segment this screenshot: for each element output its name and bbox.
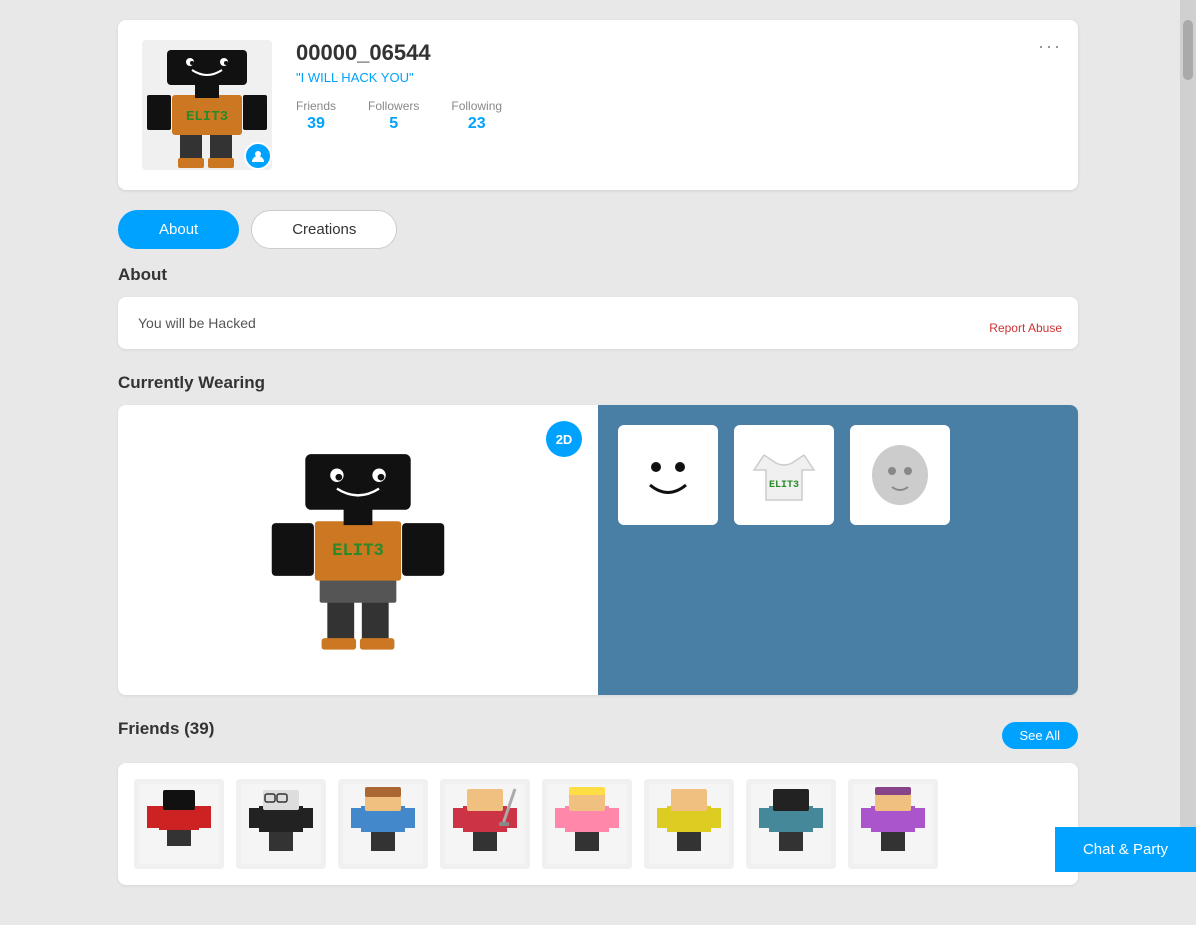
profile-username: 00000_06544 bbox=[296, 40, 1054, 66]
profile-stats: Friends 39 Followers 5 Following 23 bbox=[296, 99, 1054, 133]
friend-item[interactable] bbox=[746, 779, 836, 869]
wearing-item-face[interactable] bbox=[618, 425, 718, 525]
about-description: You will be Hacked bbox=[138, 315, 256, 331]
friend-item[interactable] bbox=[848, 779, 938, 869]
friends-section: Friends (39) See All bbox=[118, 719, 1078, 885]
followers-stat[interactable]: Followers 5 bbox=[368, 99, 419, 133]
more-menu-button[interactable]: ··· bbox=[1038, 36, 1062, 57]
wearing-items-panel: ELIT3 bbox=[598, 405, 1078, 695]
friend-item[interactable] bbox=[236, 779, 326, 869]
friends-stat[interactable]: Friends 39 bbox=[296, 99, 336, 133]
friends-header: Friends (39) See All bbox=[118, 719, 1078, 751]
wearing-item-head[interactable] bbox=[850, 425, 950, 525]
friend-item[interactable] bbox=[338, 779, 428, 869]
friend-item[interactable] bbox=[134, 779, 224, 869]
followers-value: 5 bbox=[389, 115, 398, 133]
friends-label: Friends bbox=[296, 99, 336, 113]
profile-card: ELIT3 bbox=[118, 20, 1078, 190]
wearing-section-title: Currently Wearing bbox=[118, 373, 1078, 393]
tab-about[interactable]: About bbox=[118, 210, 239, 249]
scrollbar[interactable] bbox=[1180, 0, 1196, 872]
friend-item[interactable] bbox=[440, 779, 530, 869]
friends-section-title: Friends (39) bbox=[118, 719, 214, 739]
about-box: You will be Hacked Report Abuse bbox=[118, 297, 1078, 349]
following-stat[interactable]: Following 23 bbox=[451, 99, 502, 133]
chat-party-bar[interactable]: Chat & Party bbox=[1055, 827, 1196, 872]
tabs-row: About Creations bbox=[118, 210, 1078, 249]
wearing-card: ELIT3 bbox=[118, 405, 1078, 695]
friends-grid bbox=[118, 763, 1078, 885]
currently-wearing-section: Currently Wearing ELIT3 bbox=[118, 373, 1078, 695]
about-section-title: About bbox=[118, 265, 1078, 285]
wearing-item-shirt[interactable]: ELIT3 bbox=[734, 425, 834, 525]
see-all-button[interactable]: See All bbox=[1002, 722, 1078, 749]
svg-text:ELIT3: ELIT3 bbox=[332, 542, 384, 561]
wearing-preview: ELIT3 bbox=[118, 405, 598, 695]
svg-text:ELIT3: ELIT3 bbox=[186, 109, 228, 125]
followers-label: Followers bbox=[368, 99, 419, 113]
avatar-badge bbox=[244, 142, 272, 170]
friend-item[interactable] bbox=[644, 779, 734, 869]
friend-item[interactable] bbox=[542, 779, 632, 869]
svg-text:ELIT3: ELIT3 bbox=[769, 480, 799, 491]
2d-badge[interactable]: 2D bbox=[546, 421, 582, 457]
friends-value: 39 bbox=[307, 115, 325, 133]
report-abuse-link[interactable]: Report Abuse bbox=[989, 321, 1062, 335]
following-value: 23 bbox=[468, 115, 486, 133]
tab-creations[interactable]: Creations bbox=[251, 210, 397, 249]
profile-tagline: "I WILL HACK YOU" bbox=[296, 70, 1054, 85]
avatar-wrapper: ELIT3 bbox=[142, 40, 272, 170]
profile-info: 00000_06544 "I WILL HACK YOU" Friends 39… bbox=[296, 40, 1054, 133]
following-label: Following bbox=[451, 99, 502, 113]
